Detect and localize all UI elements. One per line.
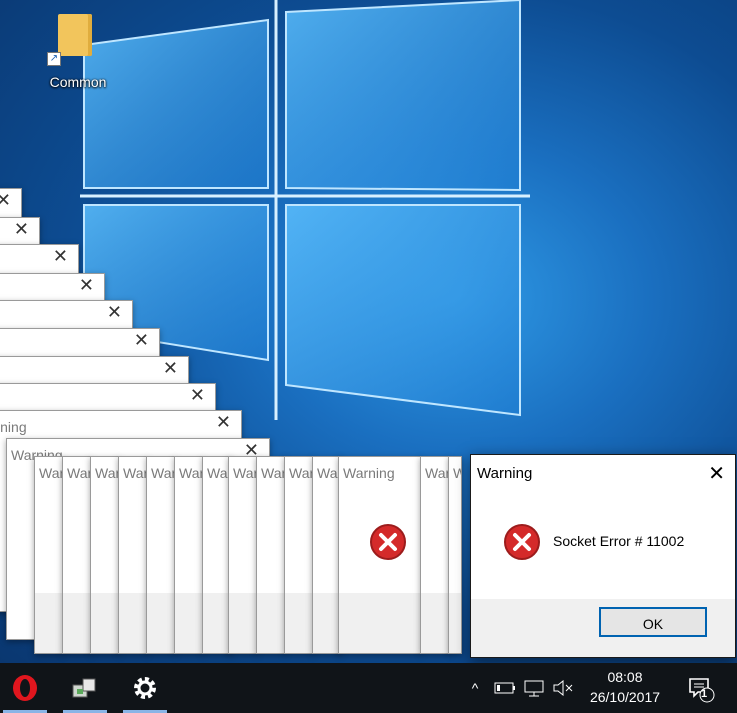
- dialog-footer: [91, 593, 119, 653]
- taskbar: ^ 08:08 26/10/2017 1: [0, 663, 737, 713]
- background-warning-dialog[interactable]: Warning: [34, 456, 64, 654]
- background-warning-dialog[interactable]: Warning: [448, 456, 462, 654]
- background-warning-dialog[interactable]: Warning: [284, 456, 314, 654]
- network-icon[interactable]: [520, 663, 548, 713]
- background-warning-dialog[interactable]: Warning: [228, 456, 258, 654]
- folder-icon: [58, 14, 92, 56]
- dialog-title: Warning: [425, 465, 450, 481]
- background-warning-dialog[interactable]: Warning: [90, 456, 120, 654]
- dialog-footer: [203, 593, 231, 653]
- dialog-title: Warning: [0, 419, 27, 435]
- dialog-footer: [421, 593, 449, 653]
- dialog-footer: [339, 593, 421, 653]
- dialog-title: Warning: [233, 465, 258, 481]
- action-center-button[interactable]: 1: [680, 663, 720, 713]
- dialog-footer: [147, 593, 175, 653]
- dialog-title: Warning: [123, 465, 148, 481]
- close-icon[interactable]: ✕: [107, 302, 122, 323]
- dialog-footer: [35, 593, 63, 653]
- dialog-title: Warning: [0, 392, 1, 408]
- background-warning-dialog[interactable]: Warning: [174, 456, 204, 654]
- clock-date: 26/10/2017: [589, 689, 661, 705]
- background-warning-dialog[interactable]: Warning: [146, 456, 176, 654]
- taskbar-settings[interactable]: [120, 663, 170, 713]
- close-icon[interactable]: ✕: [53, 246, 68, 267]
- taskbar-network-app[interactable]: [60, 663, 110, 713]
- network-app-icon: [72, 678, 96, 698]
- taskbar-opera[interactable]: [0, 663, 50, 713]
- dialog-footer: [229, 593, 257, 653]
- background-warning-dialog[interactable]: Warning: [118, 456, 148, 654]
- dialog-title: Warning: [95, 465, 120, 481]
- close-icon[interactable]: ✕: [14, 219, 29, 240]
- dialog-footer: [313, 593, 341, 653]
- background-warning-dialog[interactable]: Warning: [420, 456, 450, 654]
- desktop-icon-common[interactable]: ↗ Common: [40, 10, 116, 96]
- volume-muted-icon[interactable]: [550, 663, 576, 713]
- dialog-title: Warning: [453, 465, 461, 481]
- ok-button[interactable]: OK: [599, 607, 707, 637]
- close-icon[interactable]: ✕: [134, 330, 149, 351]
- background-warning-dialog[interactable]: Warning: [338, 456, 422, 654]
- warning-dialog[interactable]: Warning ✕ Socket Error # 11002 OK: [470, 454, 736, 658]
- close-icon[interactable]: ✕: [163, 358, 178, 379]
- dialog-title: Warning: [179, 465, 204, 481]
- close-icon[interactable]: ✕: [79, 275, 94, 296]
- error-icon: [370, 524, 406, 560]
- dialog-footer: [285, 593, 313, 653]
- dialog-title: Warning: [477, 465, 533, 482]
- background-warning-dialog[interactable]: Warning: [62, 456, 92, 654]
- close-icon[interactable]: ✕: [0, 190, 11, 211]
- chevron-up-icon[interactable]: ^: [464, 663, 486, 713]
- battery-icon[interactable]: [492, 663, 518, 713]
- clock-time: 08:08: [607, 669, 643, 685]
- clock[interactable]: 08:08 26/10/2017: [578, 667, 672, 707]
- desktop-icon-label: Common: [49, 74, 107, 90]
- dialog-footer: [257, 593, 285, 653]
- notification-icon: [689, 678, 715, 703]
- close-icon[interactable]: ✕: [708, 461, 725, 486]
- error-icon: [504, 524, 540, 560]
- dialog-title: Warning: [289, 465, 314, 481]
- desktop: ↗ Common Warning✕Warning✕Warning✕Warning…: [0, 0, 737, 663]
- dialog-title: Warning: [39, 465, 64, 481]
- dialog-footer: [449, 593, 461, 653]
- settings-icon: [134, 677, 156, 699]
- close-icon[interactable]: ✕: [190, 385, 205, 406]
- dialog-footer: [119, 593, 147, 653]
- close-icon[interactable]: ✕: [216, 412, 231, 433]
- shortcut-arrow-icon: ↗: [47, 52, 61, 66]
- background-warning-dialog[interactable]: Warning: [256, 456, 286, 654]
- dialog-footer: [63, 593, 91, 653]
- dialog-title: Warning: [67, 465, 92, 481]
- dialog-footer: [175, 593, 203, 653]
- dialog-message: Socket Error # 11002: [553, 533, 685, 549]
- dialog-title: Warning: [261, 465, 286, 481]
- dialog-title: Warning: [151, 465, 176, 481]
- dialog-title: Warning: [343, 465, 395, 481]
- opera-icon: [13, 675, 37, 701]
- notification-count: 1: [701, 688, 708, 700]
